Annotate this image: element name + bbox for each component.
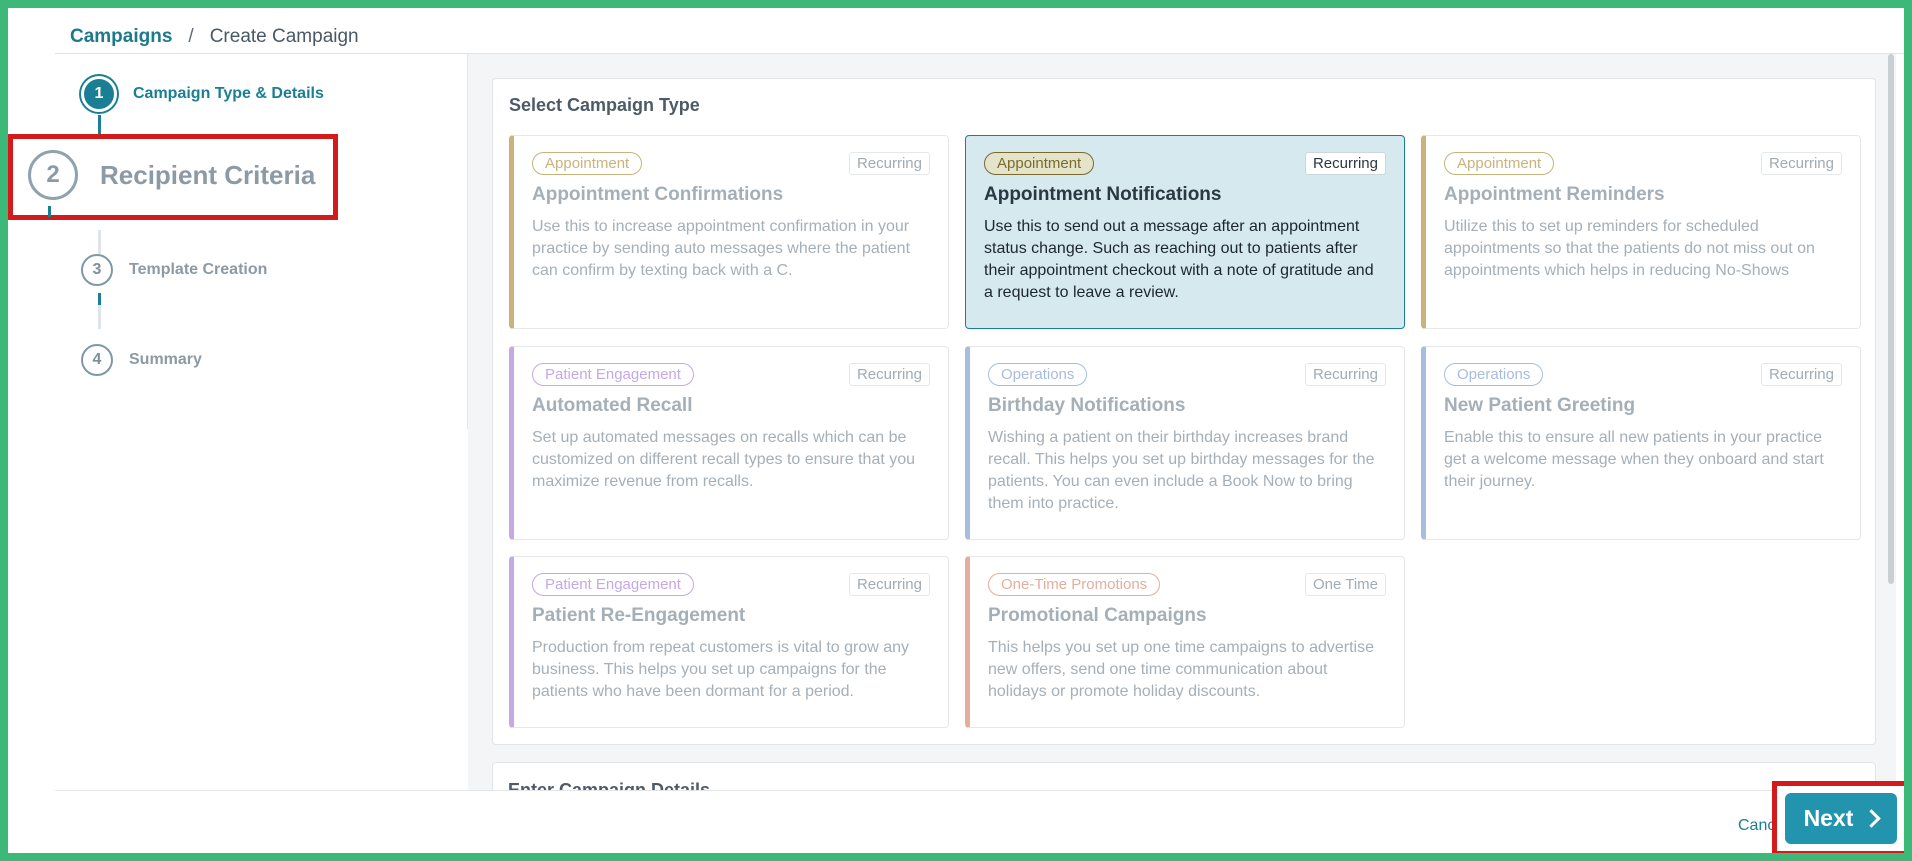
step-label: Recipient Criteria <box>100 159 316 190</box>
frequency-badge: Recurring <box>848 572 930 596</box>
step-connector <box>48 206 51 217</box>
main-content[interactable]: Select Campaign Type Appointment Recurri… <box>468 54 1896 790</box>
card-patient-re-engagement[interactable]: Patient Engagement Recurring Patient Re-… <box>509 556 949 728</box>
chevron-right-icon <box>1862 809 1882 828</box>
category-tag: Patient Engagement <box>532 572 694 596</box>
card-title: Patient Re-Engagement <box>532 605 746 626</box>
category-tag: Patient Engagement <box>532 362 694 386</box>
step-label: Summary <box>129 351 202 368</box>
step-template-creation[interactable]: 3 Template Creation <box>81 254 267 286</box>
category-tag: Appointment <box>984 151 1095 175</box>
frequency-badge: Recurring <box>1304 151 1386 175</box>
frequency-badge: One Time <box>1304 572 1386 596</box>
cancel-button[interactable]: Canc <box>1738 817 1775 835</box>
frequency-badge: Recurring <box>848 151 930 175</box>
frequency-badge: Recurring <box>1760 362 1842 386</box>
category-tag: Appointment <box>1444 151 1555 175</box>
scrollbar[interactable] <box>1888 54 1894 584</box>
campaign-type-panel: Select Campaign Type Appointment Recurri… <box>492 78 1876 745</box>
category-tag: One-Time Promotions <box>988 572 1161 596</box>
step-connector <box>98 305 101 329</box>
next-button-label: Next <box>1803 805 1854 831</box>
next-button[interactable]: Next <box>1785 793 1897 844</box>
section-title-details: Enter Campaign Details <box>508 780 711 790</box>
card-birthday-notifications[interactable]: Operations Recurring Birthday Notificati… <box>965 346 1405 540</box>
category-tag: Operations <box>1444 362 1544 386</box>
step-campaign-type[interactable]: 1 Campaign Type & Details <box>81 76 324 112</box>
card-appointment-reminders[interactable]: Appointment Recurring Appointment Remind… <box>1421 135 1861 329</box>
card-description: Use this to send out a message after an … <box>984 218 1374 301</box>
frequency-badge: Recurring <box>848 362 930 386</box>
card-title: Appointment Notifications <box>984 184 1222 205</box>
step-recipient-criteria[interactable]: 2 Recipient Criteria <box>28 150 315 200</box>
recipient-criteria-highlight: 2 Recipient Criteria <box>8 134 338 220</box>
breadcrumb-current: Create Campaign <box>209 26 359 47</box>
category-tag: Operations <box>988 362 1088 386</box>
frequency-badge: Recurring <box>1760 151 1842 175</box>
breadcrumb: Campaigns / Create Campaign <box>70 19 359 55</box>
step-label: Template Creation <box>129 261 268 278</box>
card-description: Wishing a patient on their birthday incr… <box>988 429 1375 512</box>
card-automated-recall[interactable]: Patient Engagement Recurring Automated R… <box>509 346 949 540</box>
card-new-patient-greeting[interactable]: Operations Recurring New Patient Greetin… <box>1421 346 1861 540</box>
card-description: Set up automated messages on recalls whi… <box>532 429 916 490</box>
card-title: Automated Recall <box>532 395 693 416</box>
card-title: Promotional Campaigns <box>988 605 1207 626</box>
card-appointment-confirmations[interactable]: Appointment Recurring Appointment Confir… <box>509 135 949 329</box>
card-title: Birthday Notifications <box>988 395 1186 416</box>
step-number-badge: 3 <box>81 254 113 286</box>
card-promotional-campaigns[interactable]: One-Time Promotions One Time Promotional… <box>965 556 1405 728</box>
category-tag: Appointment <box>532 151 643 175</box>
card-title: Appointment Confirmations <box>532 184 784 205</box>
breadcrumb-campaigns-link[interactable]: Campaigns <box>70 26 172 48</box>
card-title: Appointment Reminders <box>1444 184 1665 205</box>
step-connector <box>98 230 101 254</box>
card-description: Utilize this to set up reminders for sch… <box>1444 218 1815 279</box>
card-description: This helps you set up one time campaigns… <box>988 639 1374 700</box>
app-frame: Campaigns / Create Campaign 1 Campaign T… <box>8 8 1904 853</box>
card-description: Production from repeat customers is vita… <box>532 639 910 700</box>
step-number-badge: 4 <box>81 344 113 376</box>
next-button-highlight: Next <box>1772 781 1904 853</box>
section-title: Select Campaign Type <box>509 95 700 115</box>
card-appointment-notifications[interactable]: Appointment Recurring Appointment Notifi… <box>965 135 1405 329</box>
card-description: Enable this to ensure all new patients i… <box>1444 429 1824 490</box>
step-label: Campaign Type & Details <box>133 85 324 102</box>
step-connector <box>98 293 101 305</box>
card-title: New Patient Greeting <box>1444 395 1636 416</box>
step-summary[interactable]: 4 Summary <box>81 344 202 376</box>
breadcrumb-separator: / <box>188 26 194 47</box>
wizard-footer: Canc <box>55 790 1904 853</box>
card-description: Use this to increase appointment confirm… <box>532 218 911 279</box>
frequency-badge: Recurring <box>1304 362 1386 386</box>
step-number-badge: 2 <box>28 150 78 200</box>
step-number-badge: 1 <box>81 76 117 112</box>
